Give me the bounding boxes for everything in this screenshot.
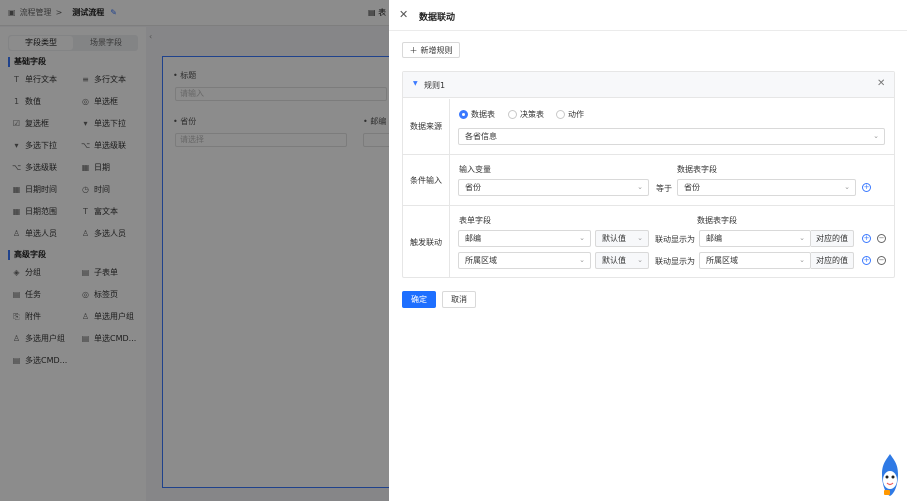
- radio-label: 动作: [568, 110, 584, 119]
- radio-unchecked-icon: [556, 110, 565, 119]
- select-value: 省份: [684, 183, 700, 192]
- input-var-header: 输入变量: [459, 165, 491, 174]
- form-field-select[interactable]: 所属区域 ⌄: [458, 252, 591, 269]
- data-linkage-drawer: ✕ 数据联动 ＋ 新增规则 ▼ 规则1 ✕ 数据来源 数据表 决策表 动作 各省…: [389, 0, 907, 501]
- linked-table-field-select[interactable]: 所属区域 ⌄: [699, 252, 811, 269]
- linked-table-field-select[interactable]: 邮编 ⌄: [699, 230, 811, 247]
- chevron-down-icon: ⌄: [799, 256, 805, 264]
- display-as-text: 联动显示为: [655, 235, 695, 244]
- add-trigger-icon[interactable]: +: [862, 256, 871, 265]
- default-value-select[interactable]: 默认值 ⌄: [595, 230, 649, 247]
- operator-text: 等于: [656, 184, 672, 193]
- radio-decision-table[interactable]: 决策表: [508, 109, 544, 120]
- select-value: 所属区域: [465, 256, 497, 265]
- add-rule-button[interactable]: ＋ 新增规则: [402, 42, 460, 58]
- trigger-label: 触发联动: [403, 206, 450, 278]
- add-trigger-icon[interactable]: +: [862, 234, 871, 243]
- cancel-button[interactable]: 取消: [442, 291, 476, 308]
- table-field-header: 数据表字段: [697, 216, 737, 225]
- display-as-text: 联动显示为: [655, 257, 695, 266]
- confirm-button[interactable]: 确定: [402, 291, 436, 308]
- select-value: 所属区域: [706, 256, 738, 265]
- close-icon[interactable]: ✕: [399, 8, 408, 21]
- default-value-select[interactable]: 默认值 ⌄: [595, 252, 649, 269]
- remove-trigger-icon[interactable]: −: [877, 256, 886, 265]
- remove-trigger-icon[interactable]: −: [877, 234, 886, 243]
- radio-unchecked-icon: [508, 110, 517, 119]
- chevron-down-icon: ⌄: [873, 132, 879, 140]
- chevron-down-icon: ⌄: [799, 234, 805, 242]
- value-suffix: 对应的值: [811, 230, 854, 247]
- form-field-select[interactable]: 邮编 ⌄: [458, 230, 591, 247]
- drawer-title: 数据联动: [419, 13, 456, 23]
- radio-label: 数据表: [471, 110, 495, 119]
- plus-icon: ＋: [409, 45, 418, 55]
- select-value: 默认值: [602, 256, 626, 265]
- rule-name: 规则1: [424, 81, 446, 90]
- select-value: 默认值: [602, 234, 626, 243]
- source-label: 数据来源: [403, 99, 450, 154]
- table-field-header: 数据表字段: [677, 165, 717, 174]
- select-value: 各省信息: [465, 132, 497, 141]
- select-value: 邮编: [465, 234, 481, 243]
- condition-section: 条件输入 输入变量 数据表字段 省份 ⌄ 等于 省份 ⌄ +: [403, 155, 894, 206]
- radio-checked-icon: [459, 110, 468, 119]
- chevron-down-icon: ⌄: [637, 256, 643, 264]
- table-field-select[interactable]: 省份 ⌄: [677, 179, 856, 196]
- rule-card: ▼ 规则1 ✕ 数据来源 数据表 决策表 动作 各省信息 ⌄ 条件输入 输入变量 …: [402, 71, 895, 278]
- add-rule-label: 新增规则: [420, 45, 453, 55]
- chevron-down-icon: ⌄: [637, 183, 643, 191]
- chevron-down-icon: ⌄: [579, 256, 585, 264]
- assistant-mascot-icon[interactable]: [876, 452, 904, 498]
- trigger-section: 触发联动 表单字段 数据表字段 邮编 ⌄ 默认值 ⌄ 联动显示为 邮编 ⌄ 对应的值 …: [403, 206, 894, 278]
- source-section: 数据来源 数据表 决策表 动作 各省信息 ⌄: [403, 99, 894, 155]
- select-value: 邮编: [706, 234, 722, 243]
- radio-action[interactable]: 动作: [556, 109, 584, 120]
- radio-label: 决策表: [520, 110, 544, 119]
- source-table-select[interactable]: 各省信息 ⌄: [458, 128, 885, 145]
- chevron-down-icon: ⌄: [637, 234, 643, 242]
- add-condition-icon[interactable]: +: [862, 183, 871, 192]
- caret-down-icon[interactable]: ▼: [413, 80, 418, 87]
- condition-label: 条件输入: [403, 155, 450, 205]
- delete-rule-icon[interactable]: ✕: [877, 78, 885, 89]
- input-var-select[interactable]: 省份 ⌄: [458, 179, 649, 196]
- drawer-header: ✕ 数据联动: [389, 0, 907, 31]
- select-value: 省份: [465, 183, 481, 192]
- chevron-down-icon: ⌄: [579, 234, 585, 242]
- chevron-down-icon: ⌄: [844, 183, 850, 191]
- value-suffix: 对应的值: [811, 252, 854, 269]
- rule-header[interactable]: ▼ 规则1 ✕: [403, 72, 894, 98]
- radio-data-table[interactable]: 数据表: [459, 109, 495, 120]
- form-field-header: 表单字段: [459, 216, 491, 225]
